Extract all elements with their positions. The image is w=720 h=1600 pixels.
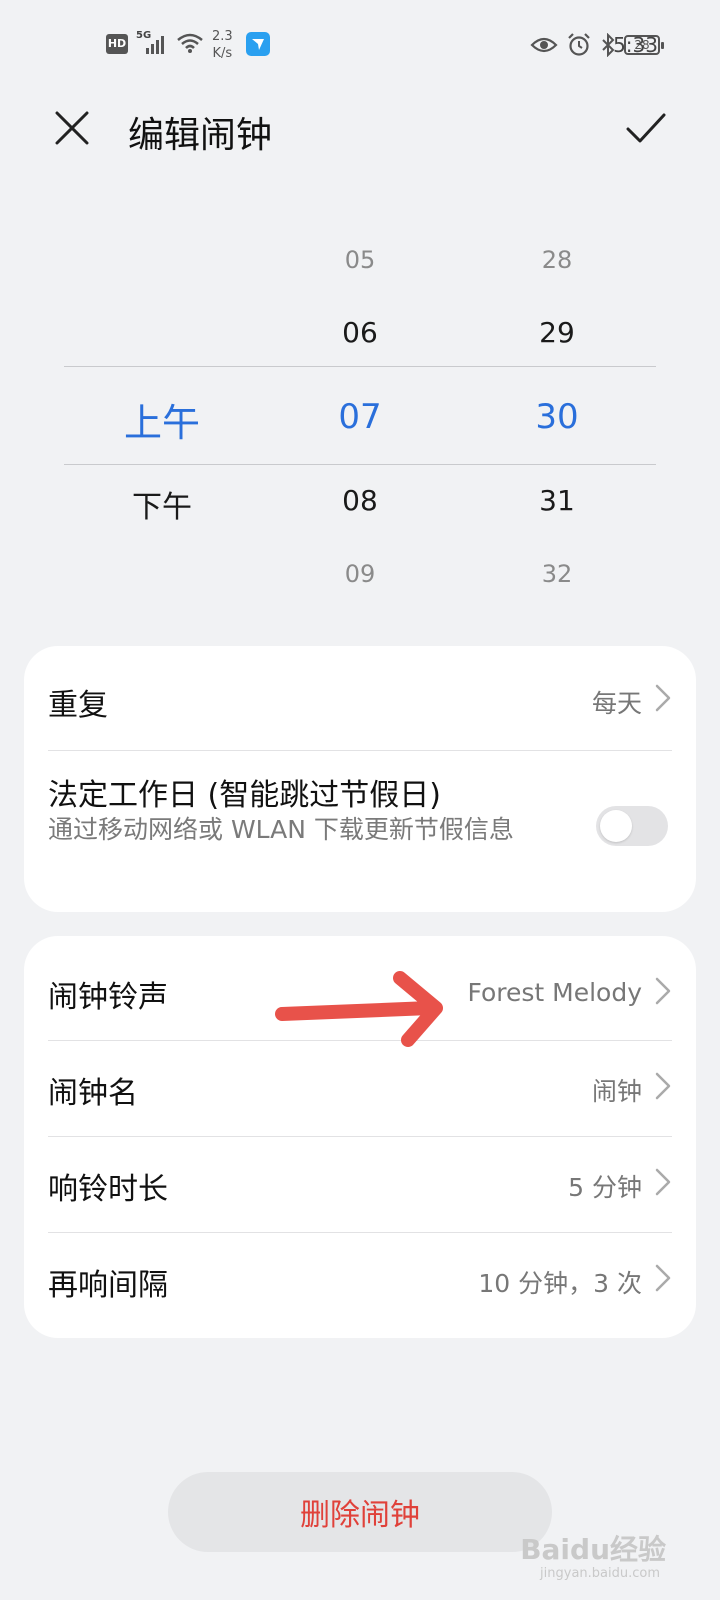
speed-unit: K/s [212,46,233,61]
repeat-label: 重复 [48,688,108,723]
chevron-right-icon [655,1168,671,1196]
alarm-icon [568,33,590,56]
ring-duration-label: 响铃时长 [48,1172,168,1207]
chevron-right-icon [655,1072,671,1100]
workday-label: 法定工作日 (智能跳过节假日) [48,778,441,813]
snooze-label: 再响间隔 [48,1268,168,1303]
alarm-name-value: 闹钟 [591,1077,642,1106]
signal-icon [146,36,164,54]
picker-divider-bottom [64,464,656,465]
ringtone-label: 闹钟铃声 [48,980,168,1015]
repeat-value: 每天 [591,689,642,718]
hour-option[interactable]: 05 [290,246,430,274]
ring-duration-value: 5 分钟 [568,1173,642,1202]
close-icon [55,111,89,145]
ampm-selected[interactable]: 上午 [92,392,232,447]
workday-toggle[interactable] [596,806,668,846]
check-icon [626,113,666,143]
network-speed: 2.3 K/s [212,28,233,62]
hour-option[interactable]: 06 [290,316,430,349]
minute-option[interactable]: 29 [487,316,627,349]
workday-description: 通过移动网络或 WLAN 下载更新节假信息 [48,815,514,844]
watermark-url: jingyan.baidu.com [540,1566,660,1581]
annotation-arrow-icon [275,971,443,1047]
wifi-icon [177,33,203,53]
eye-icon [530,37,558,53]
snooze-value: 10 分钟，3 次 [478,1269,642,1298]
hour-option[interactable]: 08 [290,484,430,517]
toggle-knob [600,810,632,842]
divider [48,750,672,751]
alarm-name-label: 闹钟名 [48,1076,138,1111]
speed-value: 2.3 [212,29,233,44]
chevron-right-icon [655,1264,671,1292]
baidu-watermark: Baidu经验 [520,1533,666,1566]
minute-option[interactable]: 31 [487,484,627,517]
chevron-right-icon [655,684,671,712]
picker-divider-top [64,366,656,367]
repeat-settings-card: 重复 每天 法定工作日 (智能跳过节假日) 通过移动网络或 WLAN 下载更新节… [24,646,696,912]
app-notification-icon [246,32,270,56]
minute-option[interactable]: 32 [487,560,627,588]
clock-time: 5:33 [613,33,658,57]
page-title: 编辑闹钟 [128,115,273,156]
ampm-option[interactable]: 下午 [92,482,232,526]
chevron-right-icon [655,977,671,1005]
minute-selected[interactable]: 30 [487,397,627,437]
delete-alarm-label: 删除闹钟 [300,1498,420,1533]
hour-option[interactable]: 09 [290,560,430,588]
close-button[interactable] [48,104,96,152]
minute-option[interactable]: 28 [487,246,627,274]
hd-icon: HD [106,34,128,54]
repeat-row[interactable]: 重复 每天 [48,646,672,750]
snooze-row[interactable]: 再响间隔 10 分钟，3 次 [48,1232,672,1328]
ringtone-value: Forest Melody [467,978,642,1007]
delete-alarm-button[interactable]: 删除闹钟 [168,1472,552,1552]
ring-duration-row[interactable]: 响铃时长 5 分钟 [48,1136,672,1232]
hour-selected[interactable]: 07 [290,397,430,437]
confirm-button[interactable] [620,104,672,152]
status-bar: HD 5G 2.3 K/s 28 5:33 [0,0,720,90]
